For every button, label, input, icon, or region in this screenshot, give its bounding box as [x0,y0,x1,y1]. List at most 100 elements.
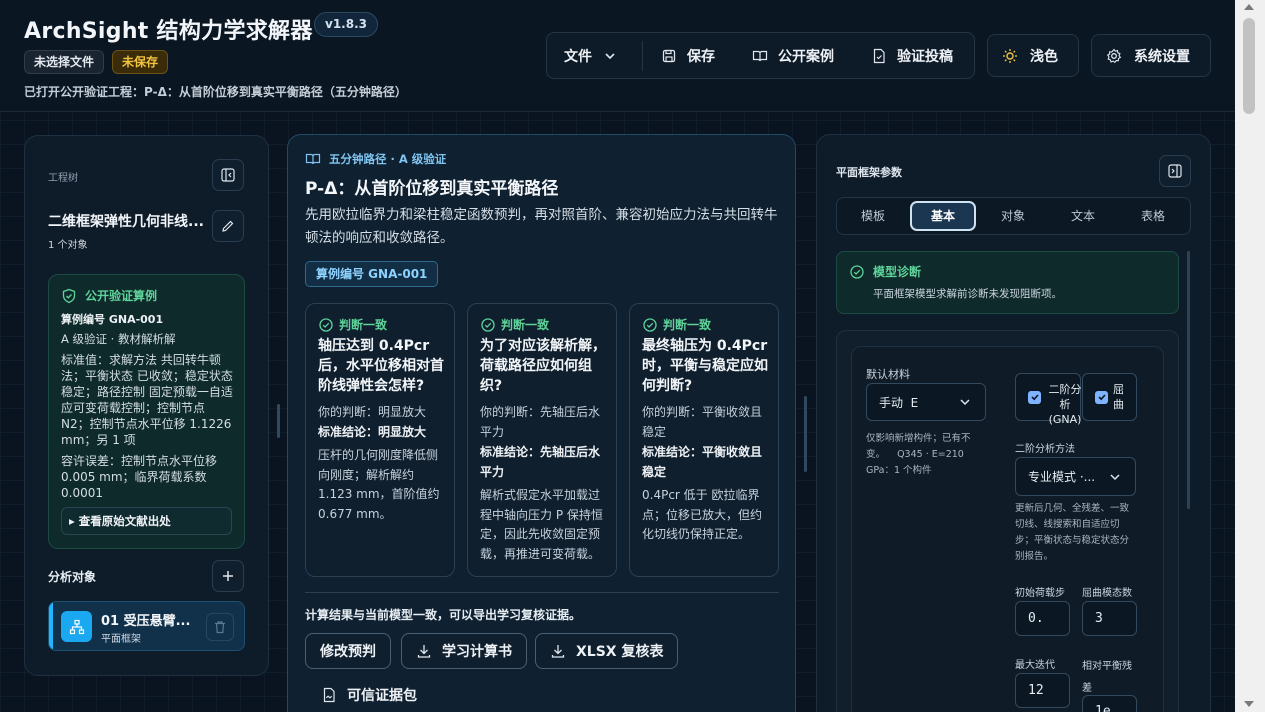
download-icon [550,643,566,659]
gna-label: 二阶分析 (GNA) [1048,383,1082,426]
judgement-card-2: 判断一致 为了对应该解析解，荷载路径应如何组织? 你的判断：先轴压后水平力 标准… [467,303,617,577]
plus-icon [220,568,236,584]
sidebar-collapse-right-icon [1167,163,1183,179]
checkbox-checked-icon [1028,390,1041,404]
judgement-card-1: 判断一致 轴压达到 0.4Pcr 后，水平位移相对首阶线弹性会怎样? 你的判断：… [305,303,455,577]
material-select[interactable]: 手动 E [866,383,986,421]
book-open-icon [752,48,768,64]
object-type: 平面框架 [101,634,141,645]
sidebar-collapse-icon [220,167,236,183]
verification-standard: 标准值：求解方法 共回转牛顿法；平衡状态 已收敛；稳定状态 稳定；路径控制 固定… [61,353,233,447]
diagnosis-text: 平面框架模型求解前诊断未发现阻断项。 [873,288,1062,300]
card-explanation: 解析式假定水平加载过程中轴向压力 P 保持恒定，因此先收敛固定预载，再推进可变荷… [480,488,603,561]
public-cases-label: 公开案例 [778,48,834,65]
tab-objects[interactable]: 对象 [980,201,1046,231]
sun-icon [1002,48,1018,64]
theme-toggle-button[interactable]: 浅色 [987,34,1079,77]
trash-icon [212,619,228,635]
verification-level: A 级验证 · 教材解析解 [61,332,176,346]
file-check-icon [871,48,887,64]
object-selected-accent [49,602,53,650]
card-question: 为了对应该解析解，荷载路径应如何组织? [480,338,606,394]
verification-title: 公开验证算例 [85,289,158,303]
card-question: 最终轴压为 0.4Pcr 时，平衡与稳定应如何判断? [642,338,768,394]
project-tree-label: 工程树 [48,173,78,184]
collapse-sidebar-button[interactable] [212,159,244,191]
save-button[interactable]: 保存 [661,33,715,78]
method-select[interactable]: 专业模式 ·... [1015,457,1136,496]
object-name: 01 受压悬臂... [101,614,191,629]
card-standard-conclusion: 标准结论：平衡收敛且稳定 [642,445,763,479]
card-status: 判断一致 [480,316,549,333]
save-icon [661,48,677,64]
add-object-button[interactable] [212,560,244,592]
path-description: 先用欧拉临界力和梁柱稳定函数预判，再对照首阶、兼容初始应力法与共回转牛顿法的响应… [305,207,778,246]
objects-section-label: 分析对象 [48,570,97,584]
delete-object-button[interactable] [206,613,234,641]
file-menu-button[interactable]: 文件 [564,33,618,78]
export-report-button[interactable]: 学习计算书 [401,633,527,669]
buckling-label: 屈曲 [1113,383,1124,411]
submit-verification-label: 验证投稿 [897,48,953,65]
card-user-judgement: 你的判断：平衡收敛且稳定 [642,405,763,439]
divider [305,592,779,593]
view-source-toggle[interactable]: ▸ 查看原始文献出处 [61,507,232,535]
judgement-card-3: 判断一致 最终轴压为 0.4Pcr 时，平衡与稳定应如何判断? 你的判断：平衡收… [629,303,779,577]
card-user-judgement: 你的判断：先轴压后水平力 [480,405,601,439]
pencil-icon [220,218,236,234]
result-note: 计算结果与当前模型一致，可以导出学习复核证据。 [305,608,582,622]
chevron-down-icon [1107,469,1123,485]
card-status: 判断一致 [318,316,387,333]
modify-prediction-button[interactable]: 修改预判 [305,633,391,669]
parameters-scrollbar[interactable] [1187,251,1190,509]
initial-step-input[interactable]: 0. [1015,601,1070,636]
max-iter-label: 最大迭代 [1015,660,1055,671]
parameters-title: 平面框架参数 [836,166,902,179]
shield-check-icon [61,288,77,304]
residual-input[interactable]: 1e [1082,695,1137,712]
path-title: P-Δ：从首阶位移到真实平衡路径 [305,179,559,199]
scrollbar-thumb[interactable] [1243,18,1255,114]
project-object-count: 1 个对象 [48,240,88,251]
theme-label: 浅色 [1030,48,1058,65]
checkbox-checked-icon [1095,390,1108,404]
parameter-tabs: 模板 基本 对象 文本 表格 [836,197,1191,235]
download-icon [416,643,432,659]
diagnosis-title: 模型诊断 [873,265,922,279]
rename-project-button[interactable] [212,210,244,242]
check-circle-icon [480,317,496,333]
gna-checkbox[interactable]: 二阶分析 (GNA) [1015,373,1082,426]
tab-basic[interactable]: 基本 [910,201,976,231]
save-label: 保存 [687,48,715,65]
evidence-package-button[interactable]: 可信证据包 [321,685,417,705]
card-explanation: 0.4Pcr 低于 欧拉临界点；位移已放大，但约化切线仍保持正定。 [642,488,763,541]
file-signature-icon [321,687,337,703]
right-splitter-handle[interactable] [804,396,807,472]
verification-header: 公开验证算例 [61,287,157,304]
file-menu-label: 文件 [564,48,592,65]
max-iter-input[interactable]: 12 [1015,673,1070,708]
export-xlsx-button[interactable]: XLSX 复核表 [535,633,679,669]
scroll-down-arrow-icon[interactable] [1244,701,1254,707]
left-splitter-handle[interactable] [277,404,280,438]
page-scrollbar[interactable] [1235,0,1265,712]
buckling-checkbox[interactable]: 屈曲 [1082,373,1137,421]
collapse-parameters-button[interactable] [1159,155,1191,187]
settings-button[interactable]: 系统设置 [1091,34,1211,77]
material-label: 默认材料 [866,368,910,381]
open-project-note: 已打开公开验证工程：P-Δ：从首阶位移到真实平衡路径（五分钟路径） [24,85,407,99]
submit-verification-button[interactable]: 验证投稿 [871,33,953,78]
initial-step-label: 初始荷载步 [1015,588,1065,599]
case-id-badge: 算例编号 GNA-001 [305,261,439,287]
card-user-judgement: 你的判断：明显放大 [318,405,427,419]
tab-template[interactable]: 模板 [840,201,906,231]
file-status-chip: 未选择文件 [24,50,105,74]
tab-table[interactable]: 表格 [1120,201,1186,231]
object-item-01[interactable]: 01 受压悬臂... 平面框架 [48,601,245,651]
buckling-modes-input[interactable]: 3 [1082,601,1137,636]
public-cases-button[interactable]: 公开案例 [752,33,834,78]
tab-text[interactable]: 文本 [1050,201,1116,231]
main-toolbar: 文件 保存 公开案例 验证投稿 [546,32,975,79]
verification-case-id: 算例编号 GNA-001 [61,313,164,326]
scroll-up-arrow-icon[interactable] [1244,4,1254,10]
